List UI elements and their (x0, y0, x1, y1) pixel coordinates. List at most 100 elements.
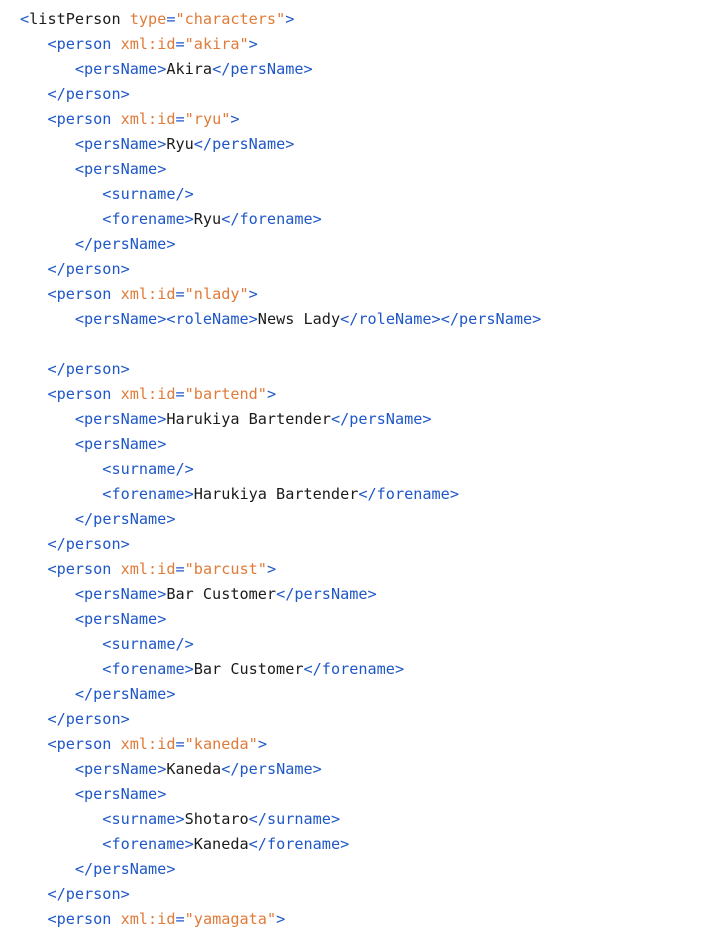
code-line: <person xml:id="bartend"> (20, 382, 541, 407)
xml-tag-name: person (65, 535, 121, 553)
xml-punctuation: = (175, 110, 185, 128)
xml-tag-name: persName (93, 510, 167, 528)
xml-punctuation: < (74, 585, 85, 603)
code-line: <surname/> (20, 632, 541, 657)
xml-tag-name: persName (84, 435, 158, 453)
xml-punctuation: > (120, 710, 130, 728)
xml-punctuation: > (157, 60, 167, 78)
xml-punctuation: </ (276, 585, 295, 603)
xml-text: Harukiya Bartender (166, 410, 331, 428)
xml-attribute-value: "nlady" (184, 285, 249, 303)
xml-punctuation: > (340, 835, 350, 853)
code-line: <persName>Bar Customer</persName> (20, 582, 541, 607)
xml-tag-name: person (65, 885, 121, 903)
xml-text: Ryu (193, 210, 222, 228)
code-line: <persName> (20, 157, 541, 182)
xml-text (111, 35, 120, 53)
xml-punctuation: > (120, 885, 130, 903)
xml-tag-name: forename (321, 660, 395, 678)
xml-punctuation: > (422, 410, 432, 428)
xml-punctuation: </ (47, 710, 66, 728)
xml-tag-name: surname (266, 810, 331, 828)
code-line: <person xml:id="yamagata"> (20, 907, 541, 932)
xml-punctuation: > (266, 560, 277, 578)
code-line: <persName> (20, 782, 541, 807)
xml-punctuation: > (285, 10, 295, 28)
xml-text: Kaneda (166, 760, 222, 778)
xml-punctuation: > (120, 535, 130, 553)
xml-punctuation: > (303, 60, 313, 78)
xml-tag-name: roleName (175, 310, 249, 328)
code-line: <person xml:id="nlady"> (20, 282, 541, 307)
xml-punctuation: > (157, 160, 167, 178)
xml-punctuation: </ (340, 310, 359, 328)
xml-attribute-value: "ryu" (184, 110, 231, 128)
xml-tag-name: forename (111, 485, 185, 503)
xml-punctuation: > (312, 210, 322, 228)
xml-punctuation: </ (303, 660, 322, 678)
xml-punctuation: > (157, 410, 167, 428)
code-line: </persName> (20, 232, 541, 257)
xml-punctuation: </ (212, 60, 231, 78)
xml-punctuation: </ (221, 760, 240, 778)
xml-punctuation: > (266, 385, 277, 403)
xml-tag-name: forename (111, 660, 185, 678)
xml-tag-name: surname (111, 460, 176, 478)
code-line: </persName> (20, 682, 541, 707)
xml-punctuation: > (157, 585, 167, 603)
xml-punctuation: < (47, 110, 57, 128)
xml-text (111, 560, 120, 578)
xml-punctuation: < (74, 160, 85, 178)
xml-tag-name: persName (84, 160, 158, 178)
xml-text: listPerson (29, 10, 121, 28)
xml-attribute-name: xml:id (120, 285, 176, 303)
xml-text (111, 285, 120, 303)
xml-punctuation: < (74, 410, 85, 428)
xml-punctuation: < (74, 135, 85, 153)
xml-punctuation: > (120, 260, 130, 278)
xml-punctuation: </ (358, 485, 377, 503)
xml-tag-name: persName (93, 860, 167, 878)
xml-attribute-value: "barcust" (184, 560, 267, 578)
xml-attribute-name: xml:id (120, 735, 176, 753)
xml-punctuation: < (47, 385, 57, 403)
xml-tag-name: roleName (358, 310, 432, 328)
xml-punctuation: > (157, 135, 167, 153)
code-line: <persName><roleName>News Lady</roleName>… (20, 307, 541, 332)
xml-tag-name: person (56, 560, 112, 578)
xml-punctuation: > (330, 810, 341, 828)
code-line: </person> (20, 257, 541, 282)
code-line: <persName>Kaneda</persName> (20, 757, 541, 782)
xml-punctuation: > (394, 660, 405, 678)
xml-text: Harukiya Bartender (193, 485, 359, 503)
xml-punctuation: </ (330, 410, 350, 428)
xml-punctuation: > (184, 210, 194, 228)
xml-punctuation: /> (175, 635, 194, 653)
code-line: <forename>Ryu</forename> (20, 207, 541, 232)
code-line: <persName>Akira</persName> (20, 57, 541, 82)
xml-text: Kaneda (193, 835, 249, 853)
code-line: </person> (20, 357, 541, 382)
xml-tag-name: surname (111, 185, 176, 203)
xml-tag-name: forename (239, 210, 313, 228)
xml-tag-name: person (56, 285, 112, 303)
xml-tag-name: persName (239, 760, 313, 778)
code-line: <persName>Ryu</persName> (20, 132, 541, 157)
xml-punctuation: > (157, 785, 167, 803)
